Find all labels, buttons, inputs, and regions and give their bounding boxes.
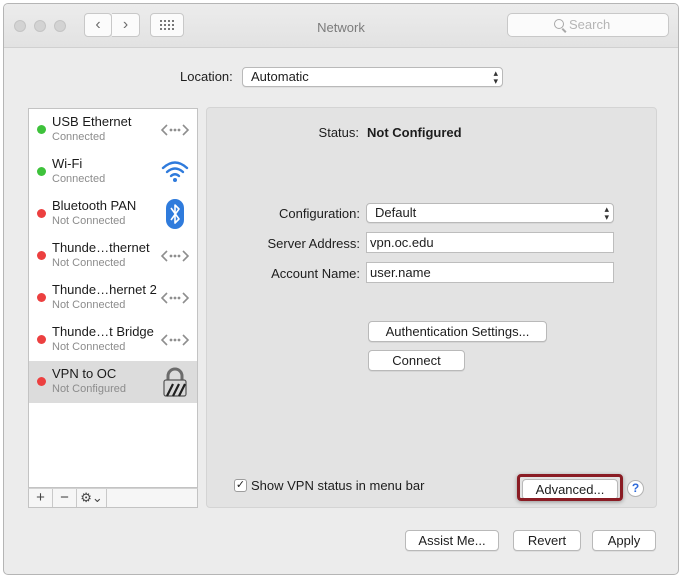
configuration-label: Configuration:: [279, 206, 360, 221]
service-status: Connected: [52, 131, 106, 143]
select-arrows-icon: ▴ ▾: [493, 68, 498, 86]
status-dot-icon: [37, 167, 46, 176]
help-button[interactable]: ?: [627, 480, 644, 497]
search-placeholder: Search: [569, 17, 611, 32]
service-status: Not Connected: [52, 341, 126, 353]
apply-button[interactable]: Apply: [592, 530, 656, 551]
title-bar: ‹ › Network Search: [4, 4, 678, 48]
configuration-value: Default: [375, 205, 417, 220]
remove-service-button[interactable]: −: [53, 489, 77, 507]
service-item[interactable]: Wi-Fi Connected: [29, 151, 197, 193]
service-item[interactable]: Bluetooth PAN Not Connected: [29, 193, 197, 235]
location-select[interactable]: Automatic ▴ ▾: [242, 67, 503, 87]
service-list-toolbar: + − ⚙︎⌄: [28, 488, 198, 508]
service-list: USB Ethernet Connected Wi-Fi Connected Bluet…: [28, 108, 198, 488]
advanced-button-highlight: [517, 474, 623, 501]
service-item[interactable]: Thunde…thernet Not Connected: [29, 235, 197, 277]
service-item[interactable]: USB Ethernet Connected: [29, 109, 197, 151]
account-name-label: Account Name:: [271, 266, 360, 281]
service-item[interactable]: VPN to OC Not Configured: [29, 361, 197, 403]
status-dot-icon: [37, 209, 46, 218]
vpn-lock-icon: [159, 367, 191, 397]
select-arrows-icon: ▴ ▾: [604, 204, 609, 222]
gear-menu-button[interactable]: ⚙︎⌄: [77, 489, 107, 507]
status-dot-icon: [37, 251, 46, 260]
service-name: Wi-Fi: [52, 156, 83, 171]
service-name: VPN to OC: [52, 366, 117, 381]
assist-me-button[interactable]: Assist Me...: [405, 530, 499, 551]
service-name: Thunde…thernet: [52, 240, 150, 255]
status-value: Not Configured: [367, 125, 462, 140]
status-label: Status:: [318, 125, 359, 140]
server-address-field[interactable]: vpn.oc.edu: [366, 232, 614, 253]
service-name: Bluetooth PAN: [52, 198, 137, 213]
status-dot-icon: [37, 377, 46, 386]
search-icon: [554, 19, 564, 29]
service-name: Thunde…t Bridge: [52, 324, 154, 339]
ethernet-icon: [159, 241, 191, 271]
show-vpn-status-checkbox[interactable]: ✓: [234, 479, 247, 492]
connect-button[interactable]: Connect: [368, 350, 465, 371]
wifi-icon: [159, 157, 191, 187]
service-name: USB Ethernet: [52, 114, 132, 129]
service-name: Thunde…hernet 2: [52, 282, 157, 297]
location-label: Location:: [180, 69, 233, 84]
revert-button[interactable]: Revert: [513, 530, 581, 551]
bluetooth-icon: [159, 199, 191, 229]
status-dot-icon: [37, 125, 46, 134]
service-status: Not Connected: [52, 257, 126, 269]
ethernet-icon: [159, 325, 191, 355]
ethernet-icon: [159, 115, 191, 145]
service-status: Not Connected: [52, 299, 126, 311]
service-status: Connected: [52, 173, 106, 185]
add-service-button[interactable]: +: [29, 489, 53, 507]
show-vpn-status-label: Show VPN status in menu bar: [251, 478, 425, 493]
ethernet-icon: [159, 283, 191, 313]
configuration-select[interactable]: Default ▴ ▾: [366, 203, 614, 223]
server-address-label: Server Address:: [267, 236, 361, 251]
status-dot-icon: [37, 335, 46, 344]
authentication-settings-button[interactable]: Authentication Settings...: [368, 321, 547, 342]
network-preferences-window: ‹ › Network Search Location: Automatic ▴…: [3, 3, 679, 575]
service-status: Not Configured: [52, 383, 126, 395]
service-item[interactable]: Thunde…t Bridge Not Connected: [29, 319, 197, 361]
service-item[interactable]: Thunde…hernet 2 Not Connected: [29, 277, 197, 319]
account-name-field[interactable]: user.name: [366, 262, 614, 283]
search-field[interactable]: Search: [507, 13, 669, 37]
location-value: Automatic: [251, 69, 309, 84]
service-status: Not Connected: [52, 215, 126, 227]
vpn-detail-panel: [206, 107, 657, 508]
status-dot-icon: [37, 293, 46, 302]
